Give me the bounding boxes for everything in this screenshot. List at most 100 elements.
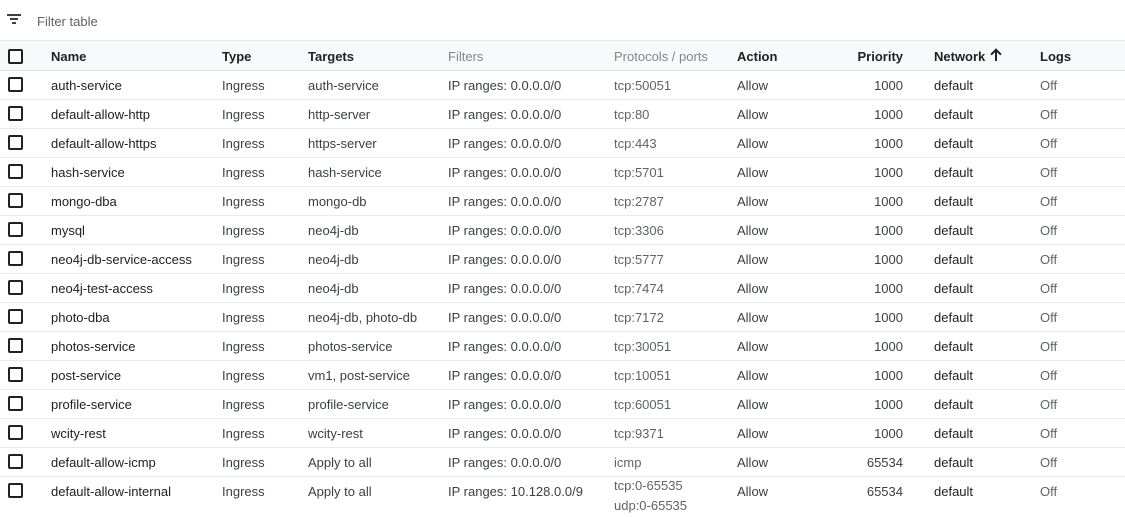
row-checkbox[interactable] <box>8 251 23 266</box>
column-header-type[interactable]: Type <box>222 49 251 64</box>
rule-network-link[interactable]: default <box>934 339 973 354</box>
row-checkbox[interactable] <box>8 309 23 324</box>
table-row[interactable]: default-allow-http Ingress http-server IP r… <box>0 100 1125 129</box>
rule-network-link[interactable]: default <box>934 426 973 441</box>
rule-name-link[interactable]: post-service <box>51 368 121 383</box>
rule-name-link[interactable]: mysql <box>51 223 85 238</box>
table-row[interactable]: photos-service Ingress photos-service IP ra… <box>0 332 1125 361</box>
row-checkbox[interactable] <box>8 454 23 469</box>
row-checkbox[interactable] <box>8 425 23 440</box>
row-checkbox[interactable] <box>8 280 23 295</box>
rule-network-link[interactable]: default <box>934 310 973 325</box>
rule-logs: Off <box>1040 281 1058 296</box>
column-header-name[interactable]: Name <box>51 49 86 64</box>
rule-name-link[interactable]: auth-service <box>51 78 122 93</box>
rule-name-link[interactable]: neo4j-test-access <box>51 281 153 296</box>
rule-name-link[interactable]: neo4j-db-service-access <box>51 252 192 267</box>
table-row[interactable]: hash-service Ingress hash-service IP ranges… <box>0 158 1125 187</box>
table-row[interactable]: mysql Ingress neo4j-db IP ranges: 0.0.0.0/0… <box>0 216 1125 245</box>
table-row[interactable]: auth-service Ingress auth-service IP ranges… <box>0 71 1125 100</box>
column-header-priority[interactable]: Priority <box>803 49 903 64</box>
table-row[interactable]: mongo-dba Ingress mongo-db IP ranges: 0.0.0… <box>0 187 1125 216</box>
rule-name-link[interactable]: default-allow-http <box>51 107 150 122</box>
row-checkbox[interactable] <box>8 193 23 208</box>
rule-network-link[interactable]: default <box>934 484 973 499</box>
row-checkbox[interactable] <box>8 367 23 382</box>
rule-name-link[interactable]: default-allow-icmp <box>51 455 156 470</box>
rule-action: Allow <box>737 136 769 151</box>
table-row[interactable]: neo4j-db-service-access Ingress neo4j-db IP… <box>0 245 1125 274</box>
rule-action: Allow <box>737 397 769 412</box>
rule-network-link[interactable]: default <box>934 368 973 383</box>
rule-type: Ingress <box>222 426 265 441</box>
table-row[interactable]: default-allow-https Ingress https-server IP… <box>0 129 1125 158</box>
rule-action: Allow <box>737 252 769 267</box>
filter-table-input[interactable] <box>37 12 437 30</box>
rule-priority: 1000 <box>874 339 903 354</box>
rule-name-link[interactable]: photo-dba <box>51 310 110 325</box>
rule-name-link[interactable]: mongo-dba <box>51 194 117 209</box>
filter-list-icon[interactable] <box>7 14 21 25</box>
rule-action: Allow <box>737 107 769 122</box>
rule-type: Ingress <box>222 107 265 122</box>
row-checkbox[interactable] <box>8 164 23 179</box>
select-all-checkbox[interactable] <box>8 49 23 64</box>
rule-network-link[interactable]: default <box>934 107 973 122</box>
rule-network-link[interactable]: default <box>934 136 973 151</box>
rule-protocols: tcp:7474 <box>614 281 664 296</box>
rule-logs: Off <box>1040 368 1058 383</box>
rule-targets: https-server <box>308 136 377 151</box>
rule-logs: Off <box>1040 484 1058 499</box>
rule-network-link[interactable]: default <box>934 194 973 209</box>
rule-name-link[interactable]: default-allow-internal <box>51 484 171 499</box>
rule-network-link[interactable]: default <box>934 397 973 412</box>
table-row[interactable]: default-allow-internal Ingress Apply to al… <box>0 477 1125 517</box>
rule-filters: IP ranges: 0.0.0.0/0 <box>448 310 562 325</box>
column-header-filters: Filters <box>448 49 484 64</box>
table-row[interactable]: post-service Ingress vm1, post-service IP r… <box>0 361 1125 390</box>
rule-targets: Apply to all <box>308 455 372 470</box>
rule-protocols: tcp:50051 <box>614 78 671 93</box>
rule-type: Ingress <box>222 368 265 383</box>
rule-network-link[interactable]: default <box>934 223 973 238</box>
rule-name-link[interactable]: hash-service <box>51 165 125 180</box>
column-header-network[interactable]: Network <box>934 49 985 64</box>
rule-network-link[interactable]: default <box>934 281 973 296</box>
rule-network-link[interactable]: default <box>934 165 973 180</box>
rule-name-link[interactable]: profile-service <box>51 397 132 412</box>
rule-type: Ingress <box>222 484 265 499</box>
rule-type: Ingress <box>222 194 265 209</box>
rule-network-link[interactable]: default <box>934 78 973 93</box>
rule-protocols: tcp:7172 <box>614 310 664 325</box>
table-row[interactable]: default-allow-icmp Ingress Apply to all IP … <box>0 448 1125 477</box>
rule-filters: IP ranges: 0.0.0.0/0 <box>448 281 562 296</box>
column-header-logs[interactable]: Logs <box>1040 49 1071 64</box>
row-checkbox[interactable] <box>8 483 23 498</box>
rule-network-link[interactable]: default <box>934 252 973 267</box>
table-row[interactable]: neo4j-test-access Ingress neo4j-db IP range… <box>0 274 1125 303</box>
column-header-action[interactable]: Action <box>737 49 777 64</box>
rule-protocols: tcp:60051 <box>614 397 671 412</box>
rule-name-link[interactable]: wcity-rest <box>51 426 106 441</box>
rule-logs: Off <box>1040 426 1058 441</box>
rule-logs: Off <box>1040 165 1058 180</box>
row-checkbox[interactable] <box>8 338 23 353</box>
table-row[interactable]: photo-dba Ingress neo4j-db, photo-db IP ran… <box>0 303 1125 332</box>
rule-name-link[interactable]: photos-service <box>51 339 136 354</box>
rule-logs: Off <box>1040 455 1058 470</box>
rule-network-link[interactable]: default <box>934 455 973 470</box>
table-row[interactable]: profile-service Ingress profile-service IP … <box>0 390 1125 419</box>
row-checkbox[interactable] <box>8 106 23 121</box>
row-checkbox[interactable] <box>8 135 23 150</box>
arrow-upward-icon[interactable] <box>990 47 1002 63</box>
row-checkbox[interactable] <box>8 396 23 411</box>
rule-targets: vm1, post-service <box>308 368 410 383</box>
rule-name-link[interactable]: default-allow-https <box>51 136 157 151</box>
table-row[interactable]: wcity-rest Ingress wcity-rest IP ranges: 0.… <box>0 419 1125 448</box>
column-header-targets[interactable]: Targets <box>308 49 354 64</box>
row-checkbox[interactable] <box>8 222 23 237</box>
protocol-port-entry: tcp:5701 <box>614 165 664 180</box>
row-checkbox[interactable] <box>8 77 23 92</box>
protocol-port-entry: tcp:9371 <box>614 426 664 441</box>
protocol-port-entry: tcp:30051 <box>614 339 672 354</box>
